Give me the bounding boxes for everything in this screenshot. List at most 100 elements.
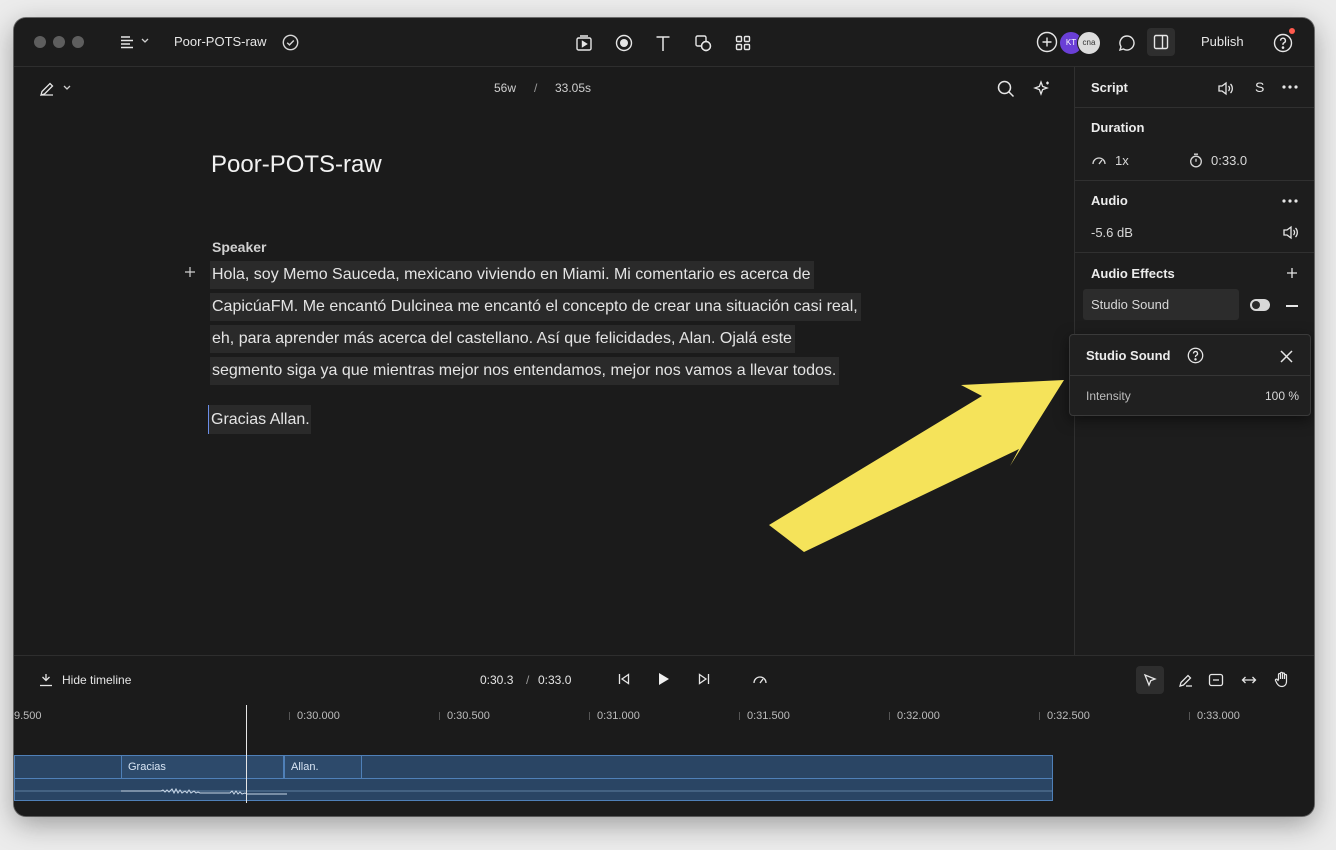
ruler-tick-label: 0:31.000 <box>597 710 640 722</box>
popover-title: Studio Sound <box>1086 348 1171 363</box>
script-duration: 33.05s <box>555 81 592 95</box>
panel-divider <box>1075 252 1314 253</box>
word-count: 56w <box>494 81 517 95</box>
scene-icon[interactable] <box>573 32 595 54</box>
toggle-panel-icon[interactable] <box>1147 28 1175 56</box>
duration-value[interactable]: 0:33.0 <box>1211 153 1247 168</box>
skip-back-icon[interactable] <box>615 670 633 688</box>
more-options-icon[interactable] <box>1279 191 1301 211</box>
grid-icon[interactable] <box>732 32 754 54</box>
ruler-tick-label: 0:32.000 <box>897 710 940 722</box>
speed-gauge-icon[interactable] <box>1090 152 1108 168</box>
timeline: Hide timeline 0:30.3 / 0:33.0 9.500 0:30… <box>14 655 1314 816</box>
duration-title: Duration <box>1091 120 1145 135</box>
speaker-volume-icon[interactable] <box>1215 78 1235 98</box>
studio-sound-effect[interactable]: Studio Sound <box>1083 289 1239 320</box>
avatar-2[interactable]: cna <box>1077 31 1101 55</box>
text-tool-icon[interactable] <box>652 32 674 54</box>
audio-volume[interactable]: -5.6 dB <box>1091 225 1133 240</box>
audio-clip[interactable]: Gracias Allan. <box>14 755 1053 801</box>
audio-title: Audio <box>1091 193 1128 208</box>
hand-tool-icon[interactable] <box>1271 668 1293 690</box>
help-icon[interactable] <box>1185 345 1205 365</box>
script-editor: 56w / 33.05s Poor-POTS-raw Speaker Hola,… <box>14 67 1074 655</box>
ruler-tick-label: 0:32.500 <box>1047 710 1090 722</box>
skip-forward-icon[interactable] <box>695 670 713 688</box>
zoom-window-button[interactable] <box>72 36 84 48</box>
eraser-tool-icon[interactable] <box>1174 669 1196 691</box>
ruler-tick-mark <box>1039 712 1040 720</box>
transcript-paragraph-2[interactable]: Gracias Allan. <box>208 404 311 436</box>
select-tool-icon[interactable] <box>1136 666 1164 694</box>
effect-name[interactable]: Studio Sound <box>1091 297 1169 312</box>
add-block-icon[interactable] <box>182 264 198 280</box>
project-title[interactable]: Poor-POTS-raw <box>174 34 266 49</box>
ruler-tick-mark <box>1189 712 1190 720</box>
hide-timeline-button[interactable]: Hide timeline <box>62 673 131 687</box>
close-window-button[interactable] <box>34 36 46 48</box>
chevron-down-icon[interactable] <box>140 36 150 46</box>
ruler-tick-mark <box>439 712 440 720</box>
transcript-paragraph[interactable]: Hola, soy Memo Sauceda, mexicano viviend… <box>210 259 861 387</box>
pencil-icon[interactable] <box>37 79 57 99</box>
more-options-icon[interactable] <box>1279 77 1301 97</box>
record-icon[interactable] <box>613 32 635 54</box>
ruler-tick-mark <box>589 712 590 720</box>
stretch-tool-icon[interactable] <box>1238 669 1260 691</box>
hide-timeline-icon[interactable] <box>38 672 54 688</box>
intensity-value[interactable]: 100 % <box>1265 389 1299 403</box>
ruler-tick-label: 0:33.000 <box>1197 710 1240 722</box>
speaker-label[interactable]: Speaker <box>212 239 266 255</box>
paragraph-text[interactable]: Hola, soy Memo Sauceda, mexicano viviend… <box>210 261 861 385</box>
help-icon[interactable] <box>1272 32 1294 54</box>
document-menu-icon[interactable] <box>117 33 137 51</box>
shapes-icon[interactable] <box>692 32 714 54</box>
document-title[interactable]: Poor-POTS-raw <box>211 151 382 179</box>
speaker-volume-icon[interactable] <box>1280 223 1300 241</box>
ai-sparkle-icon[interactable] <box>1031 78 1053 100</box>
title-bar: Poor-POTS-raw KT cna Publish <box>14 18 1314 67</box>
ruler-tick-mark <box>289 712 290 720</box>
ruler-tick-label: 0:30.500 <box>447 710 490 722</box>
waveform <box>15 787 1052 795</box>
total-time: 0:33.0 <box>538 673 572 687</box>
playhead[interactable] <box>246 705 247 803</box>
script-tab[interactable]: Script <box>1091 80 1128 95</box>
panel-divider <box>1075 107 1314 108</box>
minimize-window-button[interactable] <box>53 36 65 48</box>
ruler-tick-label: 0:30.000 <box>297 710 340 722</box>
effect-toggle[interactable] <box>1250 299 1270 311</box>
current-time: 0:30.3 <box>480 673 514 687</box>
audio-effects-title: Audio Effects <box>1091 266 1175 281</box>
toggle-knob <box>1252 301 1260 309</box>
stat-separator: / <box>534 81 538 95</box>
saved-check-icon <box>280 32 300 52</box>
clip-tool-icon[interactable] <box>1205 669 1227 691</box>
clip-word[interactable]: Allan. <box>284 756 362 778</box>
ruler-tick-mark <box>889 712 890 720</box>
popover-divider <box>1070 375 1310 376</box>
paragraph-2-text[interactable]: Gracias Allan. <box>208 405 311 434</box>
panel-divider <box>1075 180 1314 181</box>
play-icon[interactable] <box>654 669 674 689</box>
clip-word[interactable]: Gracias <box>121 756 284 778</box>
search-icon[interactable] <box>995 78 1017 100</box>
comments-icon[interactable] <box>1116 32 1138 54</box>
speaker-s-label[interactable]: S <box>1255 79 1264 95</box>
remove-effect-icon[interactable] <box>1286 305 1298 307</box>
ruler-tick-mark <box>739 712 740 720</box>
add-effect-icon[interactable] <box>1283 264 1301 282</box>
studio-sound-popover: Studio Sound Intensity 100 % <box>1069 334 1311 416</box>
stopwatch-icon <box>1187 151 1205 169</box>
playback-speed[interactable]: 1x <box>1115 153 1129 168</box>
app-window: Poor-POTS-raw KT cna Publish 56w / 33.05… <box>14 18 1314 816</box>
close-icon[interactable] <box>1276 346 1296 366</box>
chevron-down-icon[interactable] <box>62 83 72 93</box>
ruler-tick-label: 9.500 <box>14 710 42 722</box>
time-separator: / <box>526 673 530 687</box>
speed-gauge-icon[interactable] <box>750 670 770 688</box>
ruler-tick-label: 0:31.500 <box>747 710 790 722</box>
add-collaborator-icon[interactable] <box>1036 31 1058 53</box>
notification-dot <box>1289 28 1295 34</box>
publish-button[interactable]: Publish <box>1201 34 1244 49</box>
